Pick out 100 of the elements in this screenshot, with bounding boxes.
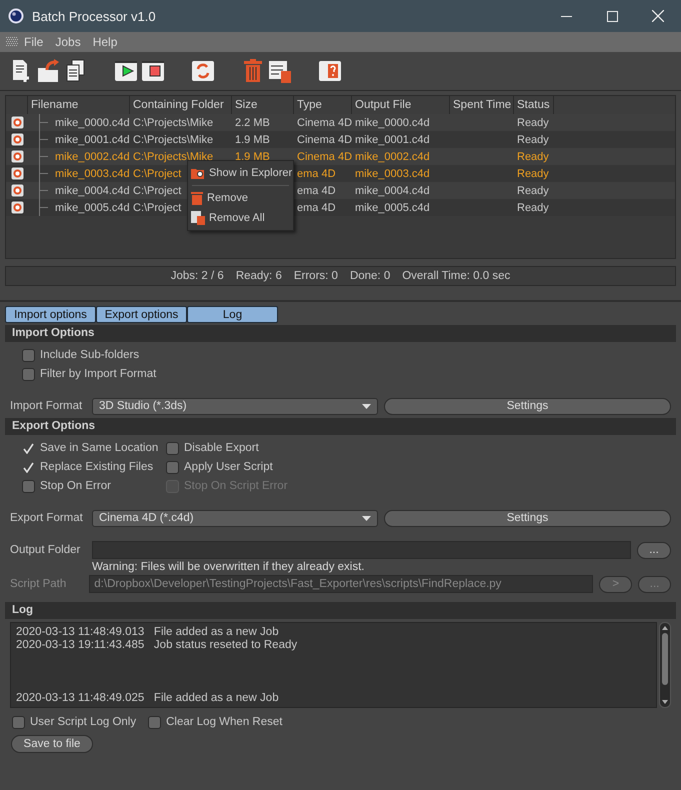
checkbox-label: Replace Existing Files	[40, 461, 154, 473]
app-logo-icon	[8, 8, 24, 24]
status-text: Done: 0	[350, 270, 390, 282]
context-menu-item[interactable]: Remove All	[188, 208, 293, 228]
status-text: Ready: 6	[236, 270, 282, 282]
table-cell: Cinema 4D	[297, 134, 352, 146]
scene-file-icon	[10, 184, 24, 197]
checkbox-label: Filter by Import Format	[40, 368, 156, 380]
context-menu-item[interactable]: Show in Explorer	[188, 163, 293, 183]
menu-item[interactable]: Jobs	[49, 35, 87, 49]
tab[interactable]: Log	[187, 306, 278, 323]
table-cell[interactable]: mike_0004.c4d	[55, 184, 130, 196]
log-entry: 2020-03-13 11:48:49.025 File added as a new Job	[16, 692, 280, 705]
table-cell: ema 4D	[297, 184, 336, 196]
output-folder-field[interactable]	[92, 541, 631, 559]
table-cell: mike_0004.c4d	[355, 184, 430, 196]
settings-button[interactable]: Settings	[384, 398, 671, 414]
checkbox[interactable]	[166, 442, 179, 454]
status-text: Overall Time: 0.0 sec	[402, 270, 510, 282]
checkbox[interactable]	[12, 716, 25, 728]
menu-item[interactable]: File	[18, 35, 50, 49]
format-dropdown[interactable]: 3D Studio (*.3ds)	[92, 398, 378, 414]
table-cell: mike_0002.c4d	[355, 150, 430, 162]
browse-button[interactable]: ...	[637, 542, 671, 558]
folder-search-icon	[191, 167, 205, 179]
scene-file-icon	[10, 201, 24, 214]
checkbox-label: Stop On Error	[40, 480, 111, 492]
table-cell: mike_0003.c4d	[355, 168, 430, 180]
table-cell: Ready	[517, 168, 549, 180]
checkbox-label: Apply User Script	[184, 461, 273, 473]
table-cell: Ready	[517, 150, 549, 162]
table-cell[interactable]: mike_0003.c4d	[55, 168, 130, 180]
table-cell: mike_0005.c4d	[355, 202, 430, 214]
save-to-file-button[interactable]: Save to file	[11, 735, 93, 753]
table-cell: Ready	[517, 134, 549, 146]
table-cell[interactable]: mike_0005.c4d	[55, 202, 130, 214]
script-path-field[interactable]: d:\Dropbox\Developer\TestingProjects\Fast_Exporter\res\scripts\FindReplace.py	[89, 575, 594, 593]
format-dropdown[interactable]: Cinema 4D (*.c4d)	[92, 510, 378, 526]
table-cell: C:\Projects\Mike	[133, 134, 214, 146]
table-cell: Ready	[517, 116, 549, 128]
list-trash-icon[interactable]	[268, 58, 292, 84]
close-icon[interactable]	[652, 10, 664, 22]
table-cell: Cinema 4D	[297, 150, 352, 162]
table-cell[interactable]: mike_0001.c4d	[55, 134, 130, 146]
checkbox-label: Save in Same Location	[40, 442, 158, 454]
field-label: Script Path	[10, 578, 68, 590]
checkbox[interactable]	[148, 716, 162, 728]
trash-icon	[191, 191, 203, 205]
table-cell: 1.9 MB	[235, 150, 270, 162]
field-label: Export Format	[10, 512, 84, 524]
open-folder-icon[interactable]	[37, 58, 61, 84]
scene-file-icon	[10, 150, 24, 163]
table-cell: 2.2 MB	[235, 116, 270, 128]
section-header: Log	[5, 602, 676, 619]
checkbox-label: User Script Log Only	[30, 716, 136, 728]
table-cell: ema 4D	[297, 202, 336, 214]
scene-file-icon	[10, 116, 24, 129]
checkbox[interactable]	[22, 348, 35, 362]
checkbox[interactable]	[22, 480, 35, 492]
section-header: Import Options	[5, 325, 676, 342]
table-cell: C:\Project	[133, 202, 182, 214]
checkbox[interactable]	[166, 460, 179, 474]
context-menu-item[interactable]: Remove	[188, 188, 293, 208]
table-cell: mike_0001.c4d	[355, 134, 430, 146]
help-icon[interactable]	[318, 58, 342, 84]
table-cell: ema 4D	[297, 168, 336, 180]
log-entry: 2020-03-13 11:48:49.013 File added as a new Job	[16, 626, 280, 639]
settings-button[interactable]: Settings	[384, 510, 671, 526]
menu-item[interactable]: Help	[86, 35, 124, 49]
log-entry: 2020-03-13 19:11:43.485 Job status reseted to Ready	[16, 639, 298, 652]
tab[interactable]: Import options	[5, 306, 96, 323]
checkbox-label: Include Sub-folders	[40, 349, 140, 361]
status-text: Errors: 0	[294, 270, 338, 282]
checkbox-label: Clear Log When Reset	[166, 716, 282, 728]
table-cell: Ready	[517, 184, 549, 196]
maximize-icon[interactable]	[606, 10, 618, 22]
checkbox[interactable]	[22, 368, 35, 380]
tab[interactable]: Export options	[96, 306, 187, 323]
dropdown-arrow-icon	[362, 404, 371, 408]
section-header: Export Options	[5, 418, 676, 435]
refresh-icon[interactable]	[191, 58, 215, 84]
stop-icon[interactable]	[141, 58, 165, 84]
checkbox-label: Disable Export	[184, 442, 259, 454]
table-cell: C:\Projects\Mike	[133, 150, 214, 162]
table-cell: mike_0000.c4d	[355, 116, 430, 128]
table-cell: C:\Project	[133, 168, 182, 180]
table-cell[interactable]: mike_0002.c4d	[55, 150, 130, 162]
warning-text: Warning: Files will be overwritten if they already exist.	[91, 560, 366, 574]
status-text: Jobs: 2 / 6	[170, 270, 224, 282]
table-cell: C:\Project	[133, 184, 182, 196]
scrollbar[interactable]	[659, 622, 671, 708]
scene-file-icon	[10, 133, 24, 146]
table-cell: 1.9 MB	[235, 134, 270, 146]
table-cell: C:\Projects\Mike	[133, 116, 214, 128]
field-label: Output Folder	[10, 544, 82, 556]
dropdown-arrow-icon	[362, 516, 371, 520]
scene-file-icon	[10, 167, 24, 180]
table-cell[interactable]: mike_0000.c4d	[55, 116, 130, 128]
table-cell: Ready	[517, 202, 549, 214]
play-icon[interactable]	[114, 58, 138, 84]
